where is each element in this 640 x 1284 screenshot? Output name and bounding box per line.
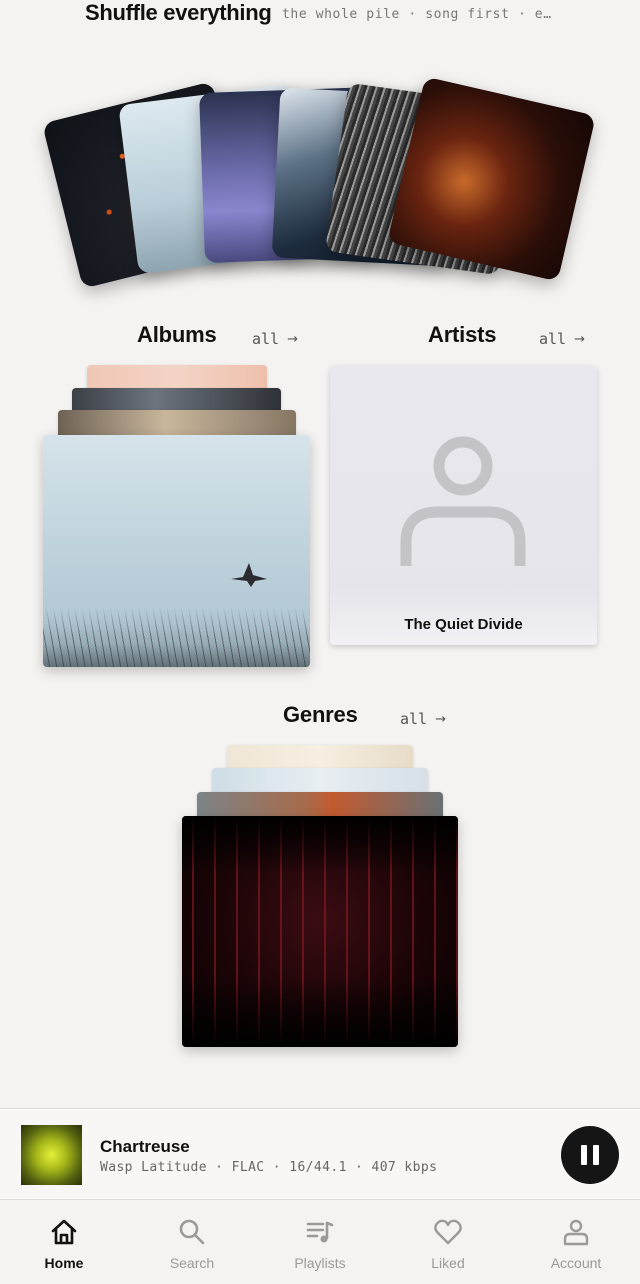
nav-item-search[interactable]: Search <box>128 1201 256 1284</box>
nav-label-account: Account <box>550 1255 602 1271</box>
bird-icon <box>231 563 267 587</box>
genres-title: Genres <box>283 702 358 727</box>
now-playing-title: Chartreuse <box>100 1137 190 1156</box>
nav-label-liked: Liked <box>431 1255 465 1271</box>
nav-item-home[interactable]: Home <box>0 1201 128 1284</box>
artist-name: The Quiet Divide <box>404 616 523 633</box>
artists-title: Artists <box>428 322 497 347</box>
artists-all-link[interactable]: all → <box>539 330 585 348</box>
albums-all-label: all <box>252 330 280 348</box>
nav-label-home: Home <box>44 1255 84 1271</box>
shuffle-subtitle: the whole pile · song first · e… <box>282 7 552 22</box>
album-cover[interactable] <box>43 435 310 667</box>
nav-item-account[interactable]: Account <box>512 1201 640 1284</box>
genres-all-label: all <box>400 710 428 728</box>
bottom-nav: Home Search Playlists Liked Account <box>0 1201 640 1284</box>
shuffle-title: Shuffle everything <box>85 0 272 25</box>
arrow-right-icon: → <box>574 331 585 347</box>
heart-icon <box>434 1219 462 1245</box>
artist-card[interactable]: The Quiet Divide <box>330 366 597 645</box>
artists-all-label: all <box>539 330 567 348</box>
home-icon <box>51 1219 77 1245</box>
pause-button[interactable] <box>561 1126 619 1184</box>
genres-all-link[interactable]: all → <box>400 710 446 728</box>
genre-cover[interactable] <box>182 816 458 1047</box>
nav-label-search: Search <box>169 1255 215 1271</box>
albums-all-link[interactable]: all → <box>252 330 298 348</box>
tree-silhouette <box>43 607 310 667</box>
now-playing-bar[interactable]: Chartreuse Wasp Latitude · FLAC · 16/44.… <box>0 1108 640 1200</box>
now-playing-artwork[interactable] <box>21 1125 82 1185</box>
arrow-right-icon: → <box>287 331 298 347</box>
arrow-right-icon: → <box>435 711 446 727</box>
nav-label-playlists: Playlists <box>294 1255 346 1271</box>
person-placeholder-icon <box>400 436 526 566</box>
shuffle-card-fan[interactable] <box>0 76 640 290</box>
nav-item-liked[interactable]: Liked <box>384 1201 512 1284</box>
nav-item-playlists[interactable]: Playlists <box>256 1201 384 1284</box>
playlist-icon <box>306 1221 334 1243</box>
now-playing-meta: Wasp Latitude · FLAC · 16/44.1 · 407 kbp… <box>100 1160 438 1175</box>
pause-icon <box>593 1145 599 1165</box>
pause-icon <box>581 1145 587 1165</box>
search-icon <box>179 1219 205 1245</box>
albums-title: Albums <box>137 322 217 347</box>
person-icon <box>563 1219 589 1246</box>
